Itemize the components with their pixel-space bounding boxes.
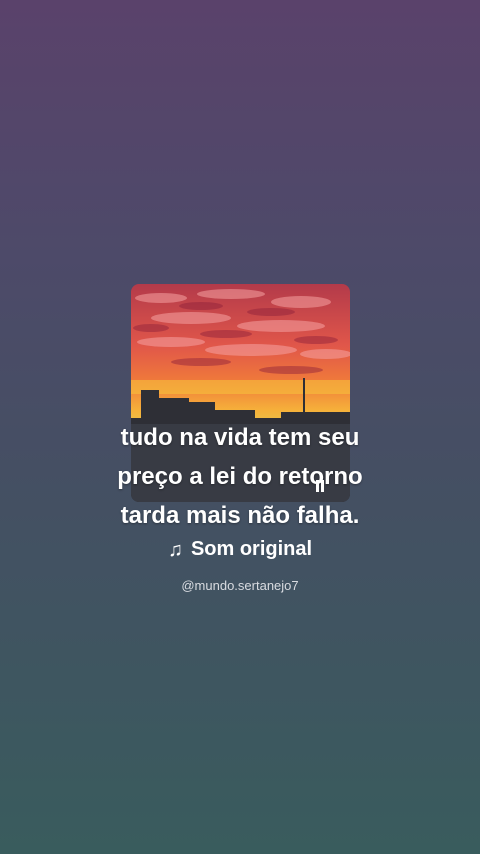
video-caption: tudo na vida tem seu preço a lei do reto… — [60, 418, 420, 535]
music-note-icon: ♫ — [167, 538, 183, 561]
caption-line: preço a lei do retorno — [117, 463, 363, 490]
author-handle[interactable]: @mundo.sertanejo7 — [0, 578, 480, 593]
caption-line: tudo na vida tem seu — [120, 424, 360, 451]
video-screen[interactable]: { "post": { "caption_lines": [ "tudo na … — [0, 0, 480, 854]
sound-label: Som original — [190, 538, 313, 560]
caption-line: tarda mais não falha. — [120, 502, 360, 529]
pause-icon[interactable] — [316, 480, 324, 492]
sound-row[interactable]: ♫ Som original — [0, 538, 480, 561]
